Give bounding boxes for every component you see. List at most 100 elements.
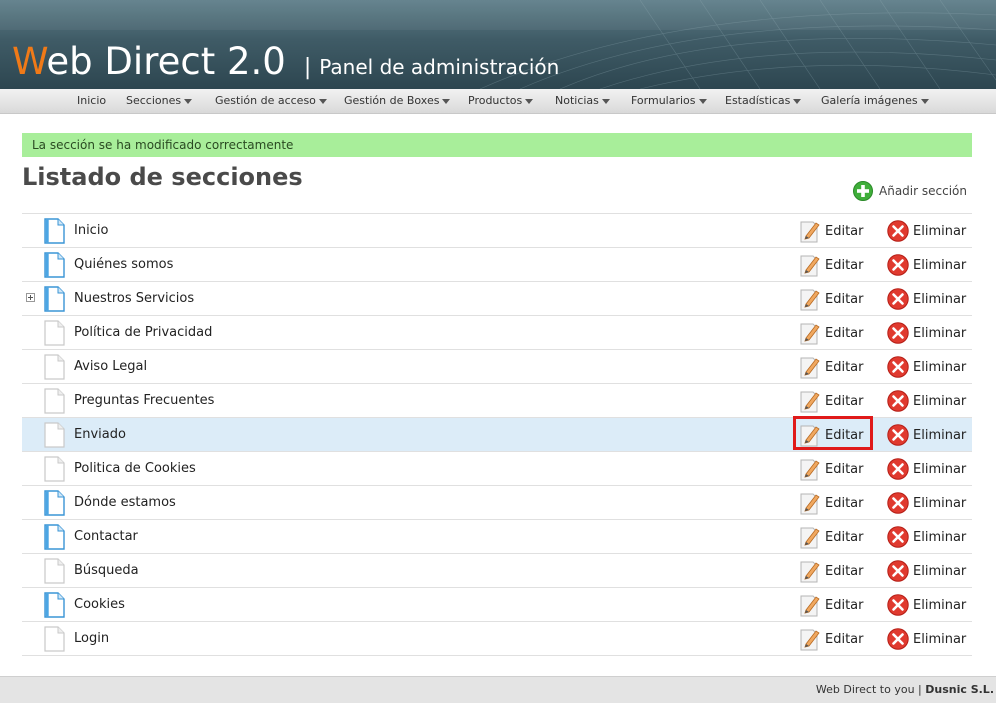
edit-label: Editar [825,597,864,613]
delete-button[interactable]: Eliminar [887,592,966,618]
edit-button[interactable]: Editar [799,524,864,550]
delete-label: Eliminar [913,393,967,409]
delete-icon [887,424,909,446]
edit-pencil-icon [800,425,820,447]
section-name[interactable]: Enviado [74,418,126,451]
section-name[interactable]: Login [74,622,109,655]
delete-icon [887,390,909,412]
brand-subtitle: Panel de administración [319,55,560,79]
delete-button[interactable]: Eliminar [887,286,966,312]
edit-pencil-icon [800,459,820,481]
section-row: Dónde estamos Editar Eliminar [22,486,972,520]
delete-button[interactable]: Eliminar [887,524,966,550]
page-blue-icon [44,286,65,312]
delete-button[interactable]: Eliminar [887,218,966,244]
page-blue-icon [44,490,65,516]
nav-item-estadisticas[interactable]: Estadísticas [725,89,802,113]
edit-label: Editar [825,495,864,511]
edit-pencil-icon [800,289,820,311]
delete-icon [887,254,909,276]
section-row: Quiénes somos Editar Eliminar [22,248,972,282]
chevron-down-icon [318,98,327,104]
section-row: Enviado Editar Eliminar [22,416,972,452]
edit-button[interactable]: Editar [799,354,864,380]
delete-icon [887,594,909,616]
section-row: Nuestros Servicios Editar Eliminar [22,282,972,316]
edit-pencil-icon [800,221,820,243]
delete-button[interactable]: Eliminar [887,422,966,448]
page-white-icon [44,558,65,584]
edit-button[interactable]: Editar [799,490,864,516]
add-section-button[interactable]: Añadir sección [853,180,967,202]
edit-button[interactable]: Editar [799,626,864,652]
section-name[interactable]: Búsqueda [74,554,139,587]
delete-button[interactable]: Eliminar [887,490,966,516]
brand: Web Direct 2.0 | Panel de administración [12,40,559,83]
edit-label: Editar [825,461,864,477]
section-row: Preguntas Frecuentes Editar Eliminar [22,384,972,418]
edit-button[interactable]: Editar [799,422,864,448]
delete-button[interactable]: Eliminar [887,558,966,584]
edit-button[interactable]: Editar [799,218,864,244]
delete-label: Eliminar [913,495,967,511]
delete-button[interactable]: Eliminar [887,252,966,278]
delete-button[interactable]: Eliminar [887,320,966,346]
edit-label: Editar [825,563,864,579]
nav-item-formularios[interactable]: Formularios [631,89,707,113]
section-row: Login Editar Eliminar [22,622,972,656]
edit-pencil-icon [800,595,820,617]
delete-label: Eliminar [913,563,967,579]
delete-label: Eliminar [913,461,967,477]
delete-label: Eliminar [913,359,967,375]
edit-button[interactable]: Editar [799,286,864,312]
edit-label: Editar [825,291,864,307]
edit-pencil-icon [800,527,820,549]
delete-label: Eliminar [913,597,967,613]
section-name[interactable]: Política de Privacidad [74,316,212,349]
delete-label: Eliminar [913,223,967,239]
delete-button[interactable]: Eliminar [887,388,966,414]
section-name[interactable]: Cookies [74,588,125,621]
edit-button[interactable]: Editar [799,558,864,584]
edit-label: Editar [825,325,864,341]
section-name[interactable]: Quiénes somos [74,248,173,281]
section-name[interactable]: Politica de Cookies [74,452,196,485]
edit-button[interactable]: Editar [799,388,864,414]
edit-button[interactable]: Editar [799,456,864,482]
nav-item-gestion-boxes[interactable]: Gestión de Boxes [344,89,451,113]
nav-item-inicio[interactable]: Inicio [77,89,106,113]
section-name[interactable]: Contactar [74,520,138,553]
success-notice: La sección se ha modificado correctament… [22,133,972,157]
nav-item-gestion-acceso[interactable]: Gestión de acceso [215,89,327,113]
nav-item-secciones[interactable]: Secciones [126,89,193,113]
edit-pencil-icon [800,323,820,345]
nav-item-productos[interactable]: Productos [468,89,534,113]
section-name[interactable]: Inicio [74,214,108,247]
section-name[interactable]: Preguntas Frecuentes [74,384,214,417]
footer-company: Dusnic S.L. [925,683,994,696]
chevron-down-icon [525,98,534,104]
delete-icon [887,288,909,310]
edit-label: Editar [825,529,864,545]
edit-button[interactable]: Editar [799,252,864,278]
section-row: Política de Privacidad Editar Eliminar [22,316,972,350]
delete-icon [887,458,909,480]
section-name[interactable]: Nuestros Servicios [74,282,194,315]
edit-button[interactable]: Editar [799,592,864,618]
edit-button[interactable]: Editar [799,320,864,346]
chevron-down-icon [601,98,610,104]
nav-item-noticias[interactable]: Noticias [555,89,610,113]
delete-icon [887,526,909,548]
section-name[interactable]: Dónde estamos [74,486,176,519]
delete-button[interactable]: Eliminar [887,626,966,652]
section-name[interactable]: Aviso Legal [74,350,147,383]
delete-label: Eliminar [913,257,967,273]
edit-pencil-icon [800,255,820,277]
chevron-down-icon [184,98,193,104]
nav-item-galeria[interactable]: Galería imágenes [821,89,929,113]
success-notice-text: La sección se ha modificado correctament… [32,138,294,152]
delete-button[interactable]: Eliminar [887,354,966,380]
delete-button[interactable]: Eliminar [887,456,966,482]
expand-plus-icon[interactable] [26,293,35,302]
delete-label: Eliminar [913,529,967,545]
